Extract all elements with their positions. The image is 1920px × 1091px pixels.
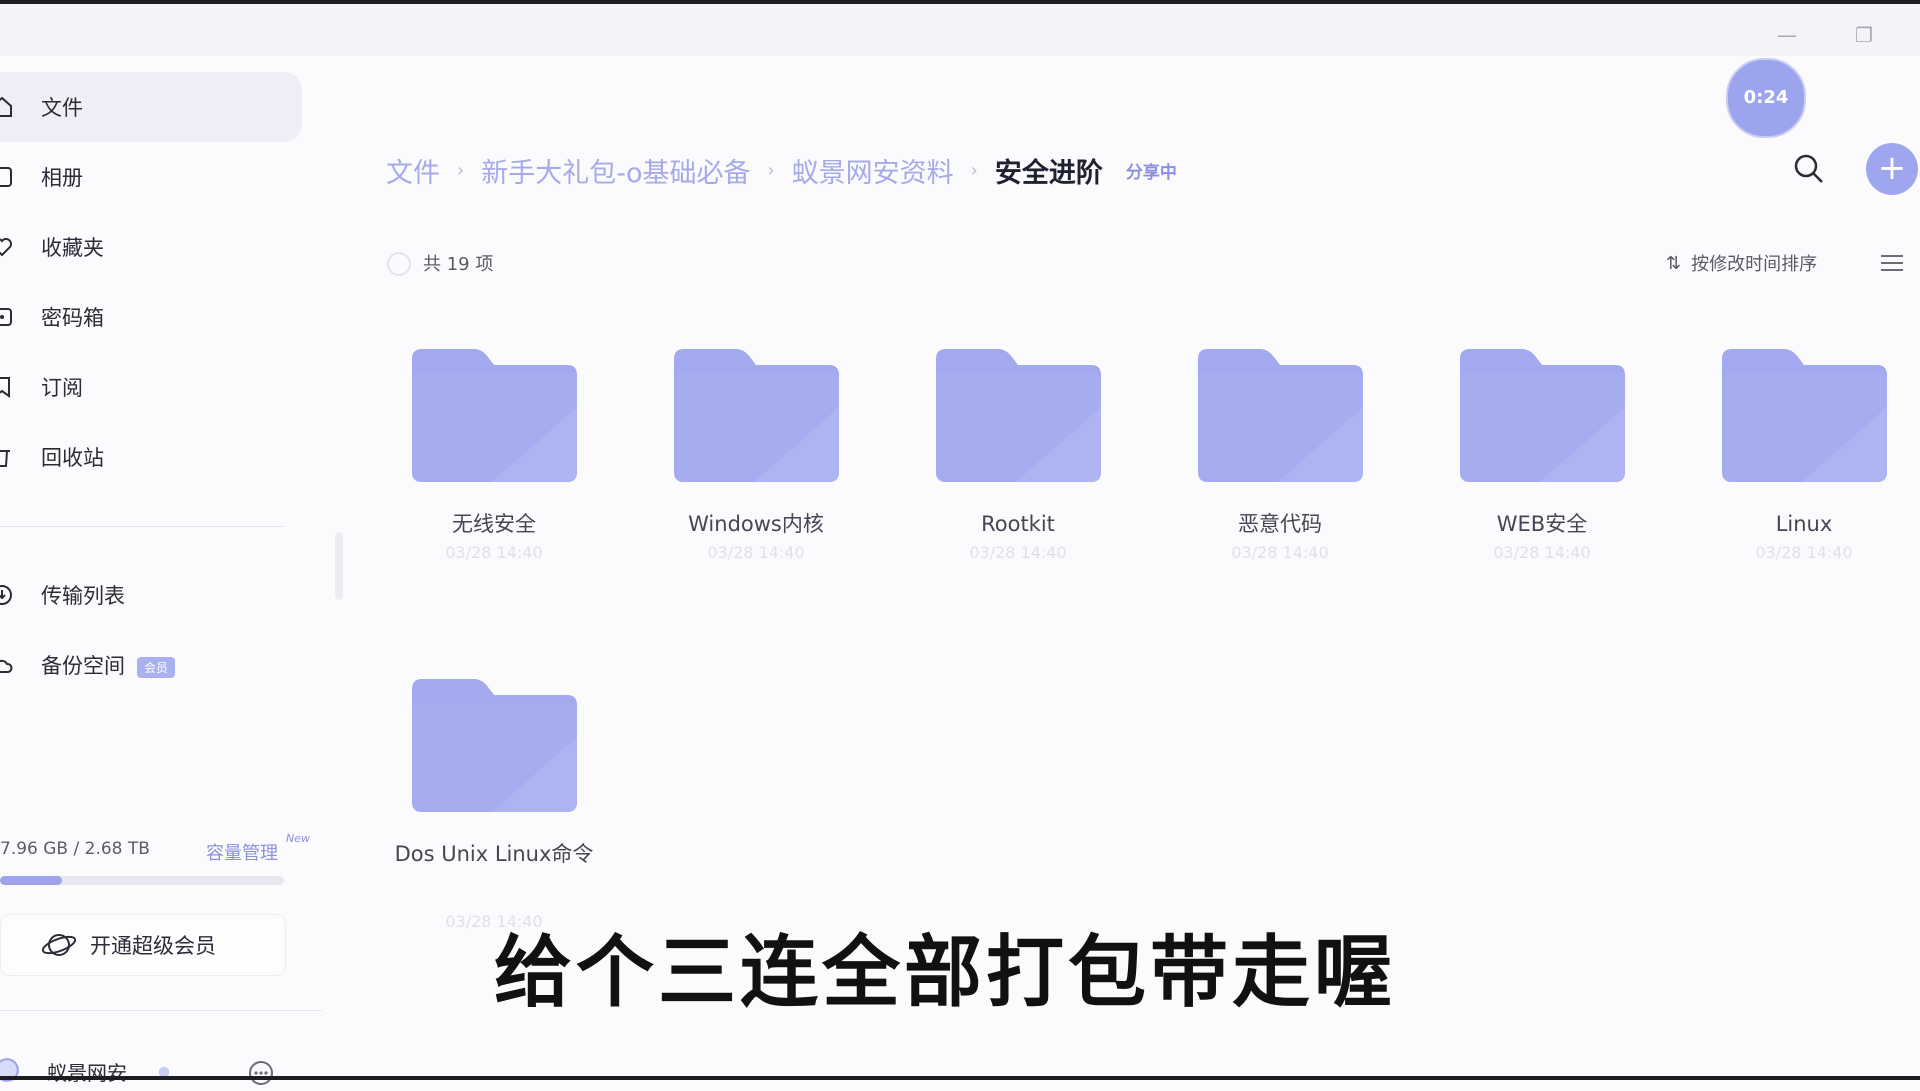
folder-name: Linux [1775, 512, 1833, 536]
search-icon[interactable] [1792, 152, 1826, 186]
sidebar-scrollbar[interactable] [335, 532, 343, 600]
avatar[interactable]: 0:24 [1726, 58, 1806, 138]
home-icon [0, 96, 12, 117]
capacity-manage-link[interactable]: 容量管理 [206, 839, 278, 865]
folder-item[interactable]: Dos Unix Linux命令 03/28 14:40 [362, 677, 594, 931]
select-all-checkbox[interactable] [387, 252, 411, 276]
sort-icon: ⇅ [1666, 252, 1682, 274]
sidebar-item-label: 备份空间 会员 [41, 650, 176, 680]
folder-name: Dos Unix Linux命令 [394, 842, 594, 866]
folder-name: WEB安全 [1496, 512, 1588, 536]
breadcrumb-item[interactable]: 蚁景网安资料 [792, 151, 954, 190]
sidebar-item-label: 相册 [41, 166, 83, 190]
user-profile[interactable]: 蚁景网安 [0, 1051, 300, 1091]
item-count: 共 19 项 [423, 254, 494, 275]
sidebar-item-label: 订阅 [41, 376, 83, 400]
add-button[interactable]: + [1866, 143, 1918, 195]
storage-progress-bar [0, 876, 284, 885]
folder-icon [1722, 349, 1887, 482]
sidebar-item-safebox[interactable]: 密码箱 [0, 282, 302, 352]
lock-box-icon [0, 308, 12, 326]
folder-icon [412, 349, 577, 482]
cloud-icon [0, 659, 13, 673]
folder-date: 03/28 14:40 [1493, 543, 1591, 562]
folder-item[interactable]: Linux 03/28 14:40 [1672, 347, 1902, 577]
trash-icon [0, 450, 10, 467]
sidebar-item-files[interactable]: 文件 [0, 72, 302, 142]
transfer-icon [0, 585, 12, 605]
folder-date: 03/28 14:40 [1231, 543, 1329, 562]
folder-item[interactable]: 恶意代码 03/28 14:40 [1148, 347, 1378, 577]
sort-label: 按修改时间排序 [1691, 254, 1818, 275]
sort-button[interactable]: ⇅ 按修改时间排序 [1666, 250, 1817, 276]
sidebar-item-label: 回收站 [41, 446, 104, 470]
bookmark-icon [0, 377, 10, 398]
folder-name: Rootkit [981, 512, 1055, 536]
video-subtitle: 给个三连全部打包带走喔 [493, 928, 1396, 1018]
sidebar-item-label: 收藏夹 [41, 236, 104, 260]
album-icon [0, 167, 12, 187]
folder-icon [674, 349, 839, 482]
sidebar-item-trash[interactable]: 回收站 [0, 422, 302, 492]
folder-item[interactable]: Windows内核 03/28 14:40 [624, 347, 854, 577]
folder-name: Windows内核 [688, 512, 824, 536]
sidebar-divider [0, 526, 284, 527]
new-badge: New [286, 832, 310, 845]
storage-usage-text: 7.96 GB / 2.68 TB [0, 839, 150, 859]
folder-item[interactable]: WEB安全 03/28 14:40 [1410, 347, 1640, 577]
sidebar-item-label: 密码箱 [41, 306, 104, 330]
folder-date: 03/28 14:40 [707, 543, 805, 562]
heart-icon [0, 238, 12, 257]
breadcrumb-separator: › [457, 159, 465, 181]
breadcrumb-current: 安全进阶 [994, 157, 1103, 189]
member-badge: 会员 [137, 656, 176, 678]
sidebar-item-subscribe[interactable]: 订阅 [0, 352, 302, 422]
folder-date: 03/28 14:40 [1755, 543, 1853, 562]
restore-button[interactable]: ❐ [1849, 20, 1879, 50]
folder-date: 03/28 14:40 [969, 543, 1067, 562]
title-bar: — ❐ [0, 4, 1920, 56]
folder-name: 无线安全 [452, 512, 536, 536]
folder-item[interactable]: Rootkit 03/28 14:40 [886, 347, 1116, 577]
user-name: 蚁景网安 [47, 1061, 127, 1085]
breadcrumb-separator: › [970, 159, 978, 181]
breadcrumb: 文件 › 新手大礼包-o基础必备 › 蚁景网安资料 › 安全进阶 分享中 [386, 150, 1177, 190]
folder-icon [936, 349, 1101, 482]
share-status-badge: 分享中 [1125, 162, 1177, 183]
folder-item[interactable]: 无线安全 03/28 14:40 [362, 347, 592, 577]
more-icon[interactable] [247, 1059, 275, 1087]
breadcrumb-separator: › [767, 159, 775, 181]
sidebar-item-album[interactable]: 相册 [0, 142, 302, 212]
sidebar-item-label: 传输列表 [41, 584, 125, 608]
sidebar-item-backup[interactable]: 备份空间 会员 [0, 630, 302, 700]
window-bottom-edge [0, 1076, 1920, 1080]
folder-icon [1198, 349, 1363, 482]
sidebar-item-label: 文件 [41, 96, 83, 120]
folder-icon [1460, 349, 1625, 482]
folder-date: 03/28 14:40 [445, 543, 543, 562]
minimize-button[interactable]: — [1772, 20, 1802, 50]
breadcrumb-item[interactable]: 新手大礼包-o基础必备 [481, 151, 750, 190]
storage-progress-fill [0, 876, 62, 885]
sidebar-item-transfers[interactable]: 传输列表 [0, 560, 302, 630]
breadcrumb-item[interactable]: 文件 [386, 151, 440, 190]
folder-icon [412, 679, 577, 812]
sidebar-item-favorites[interactable]: 收藏夹 [0, 212, 302, 282]
backup-label: 备份空间 [41, 654, 125, 678]
list-view-icon[interactable] [1880, 254, 1904, 272]
folder-name: 恶意代码 [1238, 512, 1322, 536]
